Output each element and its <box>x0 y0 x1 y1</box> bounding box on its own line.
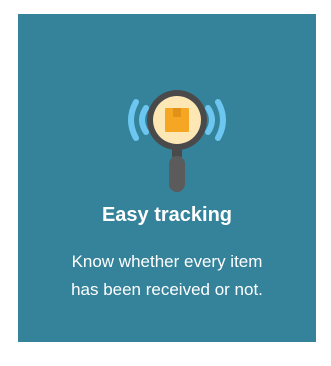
magnifier-neck <box>172 149 182 157</box>
signal-wave-right-inner <box>205 105 215 135</box>
feature-card: Easy tracking Know whether every item ha… <box>18 14 316 342</box>
magnifier-handle <box>169 156 185 192</box>
signal-wave-right-outer <box>215 99 226 141</box>
signal-wave-left-inner <box>139 105 149 135</box>
description-line-2: has been received or not. <box>71 280 263 299</box>
tracking-icon <box>122 68 232 206</box>
package-tape <box>173 108 181 117</box>
signal-wave-left-outer <box>128 99 139 141</box>
card-description: Know whether every item has been receive… <box>18 248 316 304</box>
magnifier-package-icon <box>128 90 226 192</box>
description-line-1: Know whether every item <box>71 252 263 271</box>
card-title: Easy tracking <box>101 204 233 226</box>
